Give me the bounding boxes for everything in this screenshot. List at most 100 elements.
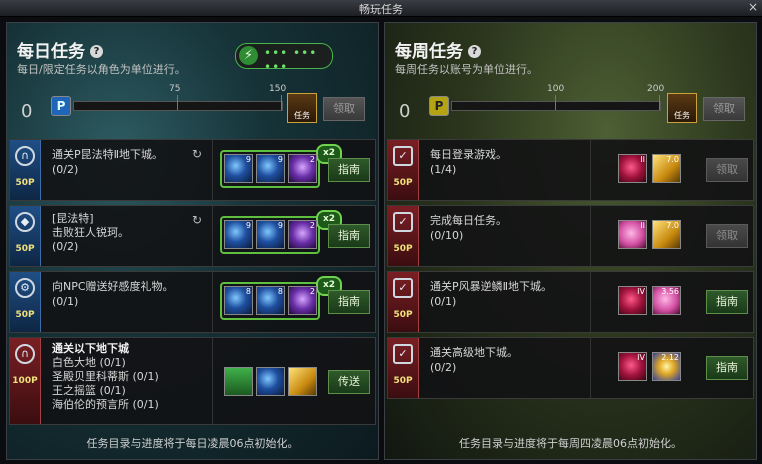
divider [590, 272, 591, 332]
reward-item-icon[interactable]: 8 [256, 286, 285, 315]
daily-quests-panel: 每日任务? 每日/限定任务以角色为单位进行。 ⚡ ••• ••• ••• 0 P… [6, 22, 379, 460]
calendar-icon: ✓ [393, 344, 413, 364]
quest-points: 50P [393, 244, 413, 254]
quest-tab: ∩ 50P [10, 140, 41, 200]
potion-icon[interactable] [224, 367, 253, 396]
weekly-quest-row: ✓ 50P 通关P风暴逆鳞Ⅱ地下城。 (0/1) IV 3.56 指南 [387, 271, 754, 333]
divider [590, 338, 591, 398]
daily-claim-button[interactable]: 领取 [323, 97, 365, 121]
quest-points: 50P [393, 310, 413, 320]
help-icon[interactable]: ? [90, 45, 103, 58]
quest-tab: ⚙ 50P [10, 272, 41, 332]
guide-button[interactable]: 指南 [706, 290, 748, 314]
divider [212, 206, 213, 266]
daily-quest-row: ◆ 50P [昆法特] 击败狂人锐珂。 (0/2) ↻ x2 9 9 2 指南 [9, 205, 376, 267]
weekly-tick-100: 100 [547, 84, 565, 94]
daily-quest-row: ∩ 50P 通关P昆法特Ⅱ地下城。 (0/2) ↻ x2 9 9 2 指南 [9, 139, 376, 201]
refresh-icon[interactable]: ↻ [192, 147, 202, 161]
divider [590, 140, 591, 200]
reward-item-icon[interactable]: 7.0 [652, 220, 681, 249]
reward-item-icon[interactable]: 7.0 [652, 154, 681, 183]
quest-points: 50P [15, 310, 35, 320]
reward-item-icon[interactable]: 2 [288, 286, 317, 315]
gold-box-icon[interactable] [288, 367, 317, 396]
daily-quest-row: ∩ 100P 通关以下地下城 白色大地 (0/1) 圣殿贝里科蒂斯 (0/1) 王… [9, 337, 376, 425]
weekly-footer: 任务目录与进度将于每周四凌晨06点初始化。 [459, 437, 682, 450]
weekly-progress-track [451, 101, 661, 111]
quest-tab: ∩ 100P [10, 338, 41, 424]
chest-label: 任务 [294, 111, 310, 120]
daily-tick-75: 75 [169, 84, 181, 94]
weekly-title: 每周任务? [395, 37, 481, 62]
divider [590, 206, 591, 266]
quest-text: 每日登录游戏。 (1/4) [430, 148, 507, 176]
quest-tab: ✓ 50P [388, 338, 419, 398]
weekly-quests-panel: 每周任务? 每周任务以账号为单位进行。 0 P 100 200 任务 领取 ✓ 5… [384, 22, 757, 460]
points-icon: P [51, 96, 71, 116]
weekly-quest-row: ✓ 50P 每日登录游戏。 (1/4) II 7.0 领取 [387, 139, 754, 201]
reward-chest-icon[interactable]: 任务 [287, 93, 317, 123]
quest-text: 通关高级地下城。 (0/2) [430, 346, 518, 374]
chest-label: 任务 [674, 111, 690, 120]
gear-icon: ⚙ [15, 278, 35, 298]
quest-tab: ✓ 50P [388, 206, 419, 266]
weekly-quest-row: ✓ 50P 完成每日任务。 (0/10) II 7.0 领取 [387, 205, 754, 267]
reward-chest-icon[interactable]: 任务 [667, 93, 697, 123]
reward-item-icon[interactable]: IV [618, 352, 647, 381]
daily-quest-row: ⚙ 50P 向NPC赠送好感度礼物。 (0/1) x2 8 8 2 指南 [9, 271, 376, 333]
reward-item-icon[interactable]: 9 [256, 154, 285, 183]
quest-text: [昆法特] 击败狂人锐珂。 (0/2) [52, 212, 129, 253]
reward-item-icon[interactable]: 2 [288, 154, 317, 183]
quest-tab: ◆ 50P [10, 206, 41, 266]
quest-points: 50P [15, 178, 35, 188]
claim-button[interactable]: 领取 [706, 224, 748, 248]
claim-button[interactable]: 领取 [706, 158, 748, 182]
divider [212, 272, 213, 332]
quest-points: 50P [15, 244, 35, 254]
energy-gauge: ⚡ ••• ••• ••• [235, 43, 333, 74]
weekly-claim-button[interactable]: 领取 [703, 97, 745, 121]
calendar-icon: ✓ [393, 278, 413, 298]
reward-item-icon[interactable]: 9 [224, 220, 253, 249]
reward-item-icon[interactable]: 2.12 [652, 352, 681, 381]
daily-progress-track [73, 101, 283, 111]
reward-item-icon[interactable]: 9 [256, 220, 285, 249]
guide-button[interactable]: 指南 [328, 290, 370, 314]
crystal-icon: ◆ [15, 212, 35, 232]
quest-text: 通关P昆法特Ⅱ地下城。 (0/2) [52, 148, 164, 176]
quest-text: 通关P风暴逆鳞Ⅱ地下城。 (0/1) [430, 280, 553, 308]
guide-button[interactable]: 指南 [328, 158, 370, 182]
daily-subtitle: 每日/限定任务以角色为单位进行。 [17, 63, 186, 76]
reward-item-icon[interactable]: 8 [224, 286, 253, 315]
quest-text: 完成每日任务。 (0/10) [430, 214, 507, 242]
refresh-icon[interactable]: ↻ [192, 213, 202, 227]
calendar-icon: ✓ [393, 146, 413, 166]
reward-item-icon[interactable]: II [618, 154, 647, 183]
quest-points: 50P [393, 178, 413, 188]
quest-points: 100P [12, 376, 38, 386]
guide-button[interactable]: 指南 [328, 224, 370, 248]
divider [212, 140, 213, 200]
lightning-icon: ⚡ [239, 46, 258, 65]
daily-footer: 任务目录与进度将于每日凌晨06点初始化。 [86, 437, 299, 450]
quest-text: 通关以下地下城 白色大地 (0/1) 圣殿贝里科蒂斯 (0/1) 王之摇篮 (0… [52, 342, 159, 411]
guide-button[interactable]: 指南 [706, 356, 748, 380]
reward-item-icon[interactable]: 3.56 [652, 286, 681, 315]
reward-item-icon[interactable]: 2 [288, 220, 317, 249]
close-icon[interactable]: × [748, 0, 758, 14]
weekly-tick-200: 200 [647, 84, 665, 94]
quest-tab: ✓ 50P [388, 272, 419, 332]
weekly-tick-line [555, 95, 556, 110]
points-icon: P [429, 96, 449, 116]
energy-dots: ••• ••• ••• [264, 46, 318, 74]
reward-item-icon[interactable]: IV [618, 286, 647, 315]
reward-item-icon[interactable]: II [618, 220, 647, 249]
teleport-button[interactable]: 传送 [328, 370, 370, 394]
weekly-quest-row: ✓ 50P 通关高级地下城。 (0/2) IV 2.12 指南 [387, 337, 754, 399]
reward-item-icon[interactable] [256, 367, 285, 396]
help-icon[interactable]: ? [468, 45, 481, 58]
reward-item-icon[interactable]: 9 [224, 154, 253, 183]
daily-tick-line [281, 95, 282, 110]
daily-tick-150: 150 [269, 84, 287, 94]
quest-text: 向NPC赠送好感度礼物。 (0/1) [52, 280, 174, 308]
